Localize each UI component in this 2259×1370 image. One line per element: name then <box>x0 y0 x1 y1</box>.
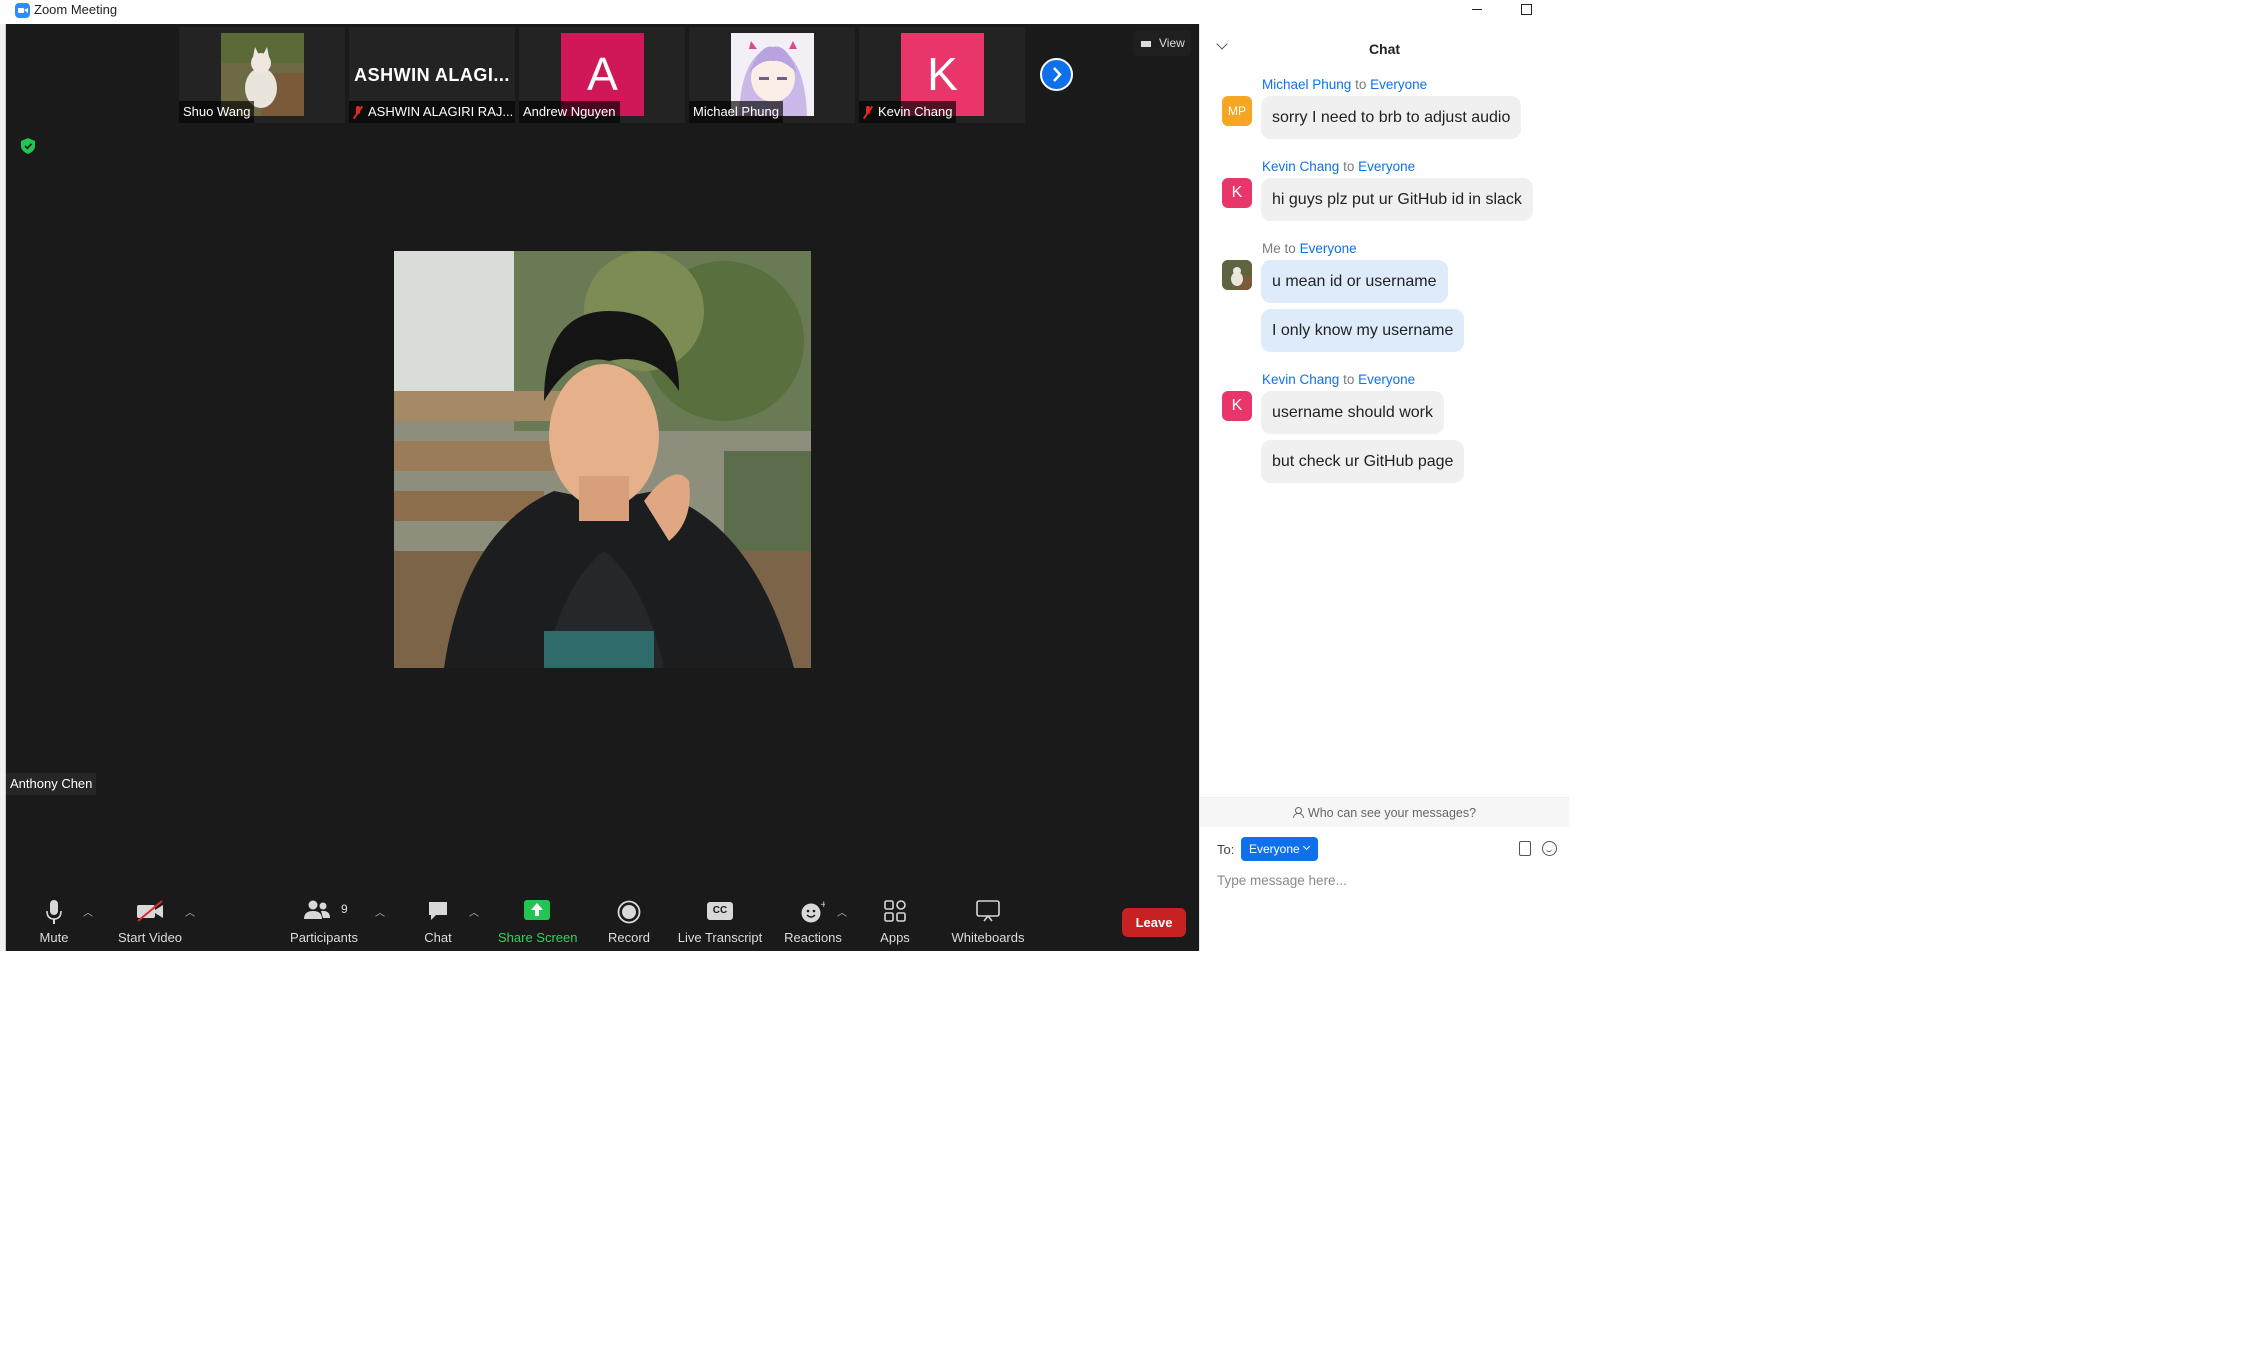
participant-name-tag: Shuo Wang <box>179 101 255 123</box>
participant-name-tag: Kevin Chang <box>859 101 957 123</box>
share-screen-button[interactable]: Share Screen <box>498 888 578 951</box>
chat-header: Chat <box>1200 24 1569 72</box>
message-input[interactable] <box>1217 869 1547 891</box>
participants-count: 9 <box>341 902 348 916</box>
participant-thumbnail[interactable]: A Andrew Nguyen <box>519 27 685 123</box>
participants-button[interactable]: 9 Participants <box>288 888 360 951</box>
mute-button[interactable]: Mute <box>33 888 75 951</box>
chat-bubble-icon <box>429 902 447 920</box>
svg-text:+: + <box>820 900 825 910</box>
sender-name[interactable]: Kevin Chang <box>1262 372 1339 387</box>
apps-icon <box>884 900 906 922</box>
recipient-name[interactable]: Everyone <box>1370 77 1427 92</box>
message-bubble[interactable]: sorry I need to brb to adjust audio <box>1261 96 1522 139</box>
encryption-shield-icon[interactable] <box>21 138 35 154</box>
muted-mic-icon <box>863 105 873 119</box>
closed-caption-icon: CC <box>707 902 733 920</box>
avatar <box>1222 260 1252 290</box>
apps-button[interactable]: Apps <box>875 888 915 951</box>
participants-options-caret[interactable]: ︿ <box>375 904 385 919</box>
emoji-icon[interactable] <box>1542 841 1557 856</box>
reactions-button[interactable]: + Reactions <box>784 888 842 951</box>
participant-thumbnail[interactable]: K Kevin Chang <box>859 27 1025 123</box>
message-header: Michael Phung to Everyone <box>1262 77 1428 92</box>
video-off-icon <box>137 900 163 922</box>
minimize-button[interactable] <box>1454 0 1500 24</box>
chevron-down-icon <box>1302 842 1311 851</box>
zoom-app-icon <box>15 3 30 18</box>
message-header: Kevin Chang to Everyone <box>1262 372 1416 387</box>
title-bar: Zoom Meeting <box>0 0 1568 24</box>
chat-title: Chat <box>1368 41 1401 57</box>
muted-mic-icon <box>353 105 363 119</box>
participant-display-name: ASHWIN ALAGI... <box>354 65 510 85</box>
view-button[interactable]: View <box>1133 30 1191 56</box>
next-page-button[interactable] <box>1040 58 1073 91</box>
sender-name[interactable]: Kevin Chang <box>1262 159 1339 174</box>
active-speaker-video <box>394 251 811 668</box>
message-bubble[interactable]: username should work <box>1261 391 1444 434</box>
window-title: Zoom Meeting <box>34 2 118 17</box>
to-label: To: <box>1217 842 1235 857</box>
file-icon[interactable] <box>1519 841 1531 856</box>
participant-thumbnail[interactable]: ASHWIN ALAGI... ASHWIN ALAGIRI RAJ... <box>349 27 515 123</box>
chat-options-caret[interactable]: ︿ <box>469 904 479 919</box>
maximize-button[interactable] <box>1503 0 1549 24</box>
recipient-name[interactable]: Everyone <box>1358 159 1415 174</box>
participant-name-tag: Andrew Nguyen <box>519 101 620 123</box>
recipient-name[interactable]: Everyone <box>1358 372 1415 387</box>
active-speaker-name-tag: Anthony Chen <box>6 773 97 795</box>
message-bubble[interactable]: hi guys plz put ur GitHub id in slack <box>1261 178 1533 221</box>
participant-name-tag: Michael Phung <box>689 101 783 123</box>
record-button[interactable]: Record <box>607 888 651 951</box>
microphone-icon <box>46 900 62 924</box>
recipient-select[interactable]: Everyone <box>1241 837 1318 861</box>
chat-panel: Chat Michael Phung to Everyone MP sorry … <box>1199 24 1569 951</box>
whiteboard-icon <box>976 900 1000 922</box>
message-bubble[interactable]: but check ur GitHub page <box>1261 440 1465 483</box>
recipient-name[interactable]: Everyone <box>1300 241 1357 256</box>
avatar: K <box>1222 391 1252 421</box>
chat-button[interactable]: Chat <box>420 888 456 951</box>
participant-thumbnail[interactable]: Michael Phung <box>689 27 855 123</box>
live-transcript-button[interactable]: CC Live Transcript <box>677 888 763 951</box>
person-icon <box>1292 807 1304 818</box>
grid-icon <box>1141 38 1151 47</box>
sender-name: Me <box>1262 241 1281 256</box>
meeting-area: Shuo Wang ASHWIN ALAGI... ASHWIN ALAGIRI… <box>6 24 1199 951</box>
leave-button[interactable]: Leave <box>1122 908 1186 937</box>
who-can-see-messages-link[interactable]: Who can see your messages? <box>1200 797 1569 827</box>
message-header: Me to Everyone <box>1262 241 1357 256</box>
participant-name-tag: ASHWIN ALAGIRI RAJ... <box>349 101 515 123</box>
whiteboards-button[interactable]: Whiteboards <box>947 888 1029 951</box>
start-video-button[interactable]: Start Video <box>112 888 188 951</box>
message-bubble[interactable]: u mean id or username <box>1261 260 1448 303</box>
avatar: K <box>1222 178 1252 208</box>
sender-name[interactable]: Michael Phung <box>1262 77 1351 92</box>
chevron-right-icon <box>1053 67 1062 82</box>
avatar: MP <box>1222 96 1252 126</box>
message-header: Kevin Chang to Everyone <box>1262 159 1416 174</box>
participant-thumbnail[interactable]: Shuo Wang <box>179 27 345 123</box>
reactions-options-caret[interactable]: ︿ <box>837 904 847 919</box>
participants-icon <box>304 900 330 919</box>
reactions-icon: + <box>801 900 825 923</box>
audio-options-caret[interactable]: ︿ <box>83 904 93 919</box>
message-bubble[interactable]: I only know my username <box>1261 309 1465 352</box>
meeting-toolbar: Mute ︿ Start Video ︿ 9 Participants ︿ Ch… <box>6 888 1199 951</box>
record-icon <box>617 900 641 924</box>
video-options-caret[interactable]: ︿ <box>185 904 195 919</box>
share-screen-icon <box>524 900 550 920</box>
